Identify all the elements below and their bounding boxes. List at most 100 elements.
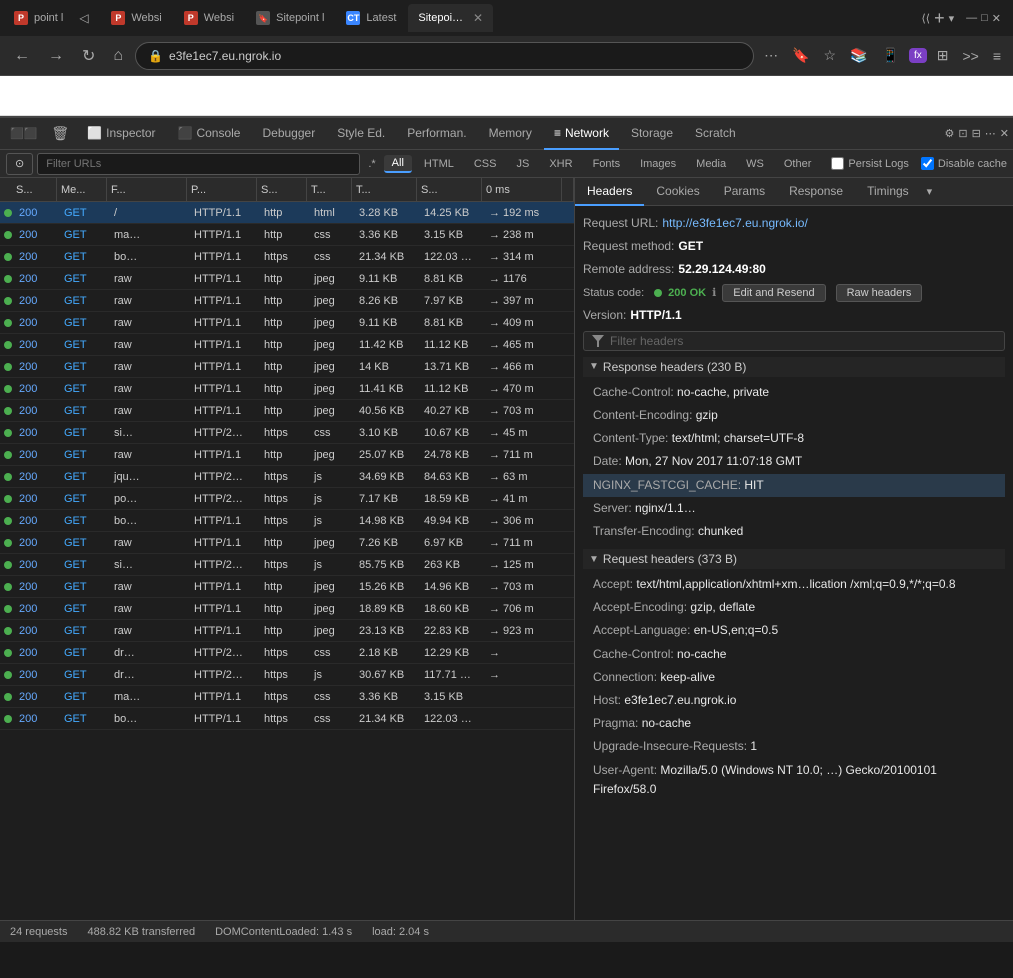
home-button[interactable]: ⌂ bbox=[107, 43, 129, 69]
disable-cache-checkbox[interactable] bbox=[921, 157, 934, 170]
col-size[interactable]: S... bbox=[417, 178, 482, 201]
new-tab-btn[interactable]: + bbox=[934, 8, 945, 29]
col-transferred[interactable]: T... bbox=[352, 178, 417, 201]
tab-6-close[interactable]: ✕ bbox=[473, 11, 483, 25]
devtools-close[interactable]: ✕ bbox=[1000, 127, 1009, 140]
col-type[interactable]: T... bbox=[307, 178, 352, 201]
bookmark-btn[interactable]: 🔖 bbox=[788, 43, 813, 68]
filter-html[interactable]: HTML bbox=[416, 156, 462, 172]
devtools-tab-memory[interactable]: Memory bbox=[479, 118, 542, 150]
filter-urls-input[interactable] bbox=[37, 153, 360, 175]
overflow-btn[interactable]: >> bbox=[958, 44, 982, 68]
col-file[interactable]: F... bbox=[107, 178, 187, 201]
devtools-clear[interactable]: 🗑 bbox=[45, 125, 75, 142]
table-row[interactable]: 200GETrawHTTP/1.1httpjpeg25.07 KB24.78 K… bbox=[0, 444, 574, 466]
details-tab-headers[interactable]: Headers bbox=[575, 178, 644, 206]
tab-4[interactable]: 🔖 Sitepoint l bbox=[246, 4, 334, 32]
fx-accounts-btn[interactable]: fx bbox=[909, 48, 927, 63]
table-row[interactable]: 200GETrawHTTP/1.1httpjpeg9.11 KB8.81 KB→… bbox=[0, 268, 574, 290]
table-row[interactable]: 200GETrawHTTP/1.1httpjpeg11.42 KB11.12 K… bbox=[0, 334, 574, 356]
apps-btn[interactable]: ⊞ bbox=[933, 43, 953, 68]
back-button[interactable]: ← bbox=[8, 43, 36, 69]
disable-cache-label[interactable]: Disable cache bbox=[921, 157, 1007, 170]
table-row[interactable]: 200GETrawHTTP/1.1httpjpeg11.41 KB11.12 K… bbox=[0, 378, 574, 400]
persist-logs-label[interactable]: Persist Logs bbox=[831, 157, 909, 170]
devtools-settings[interactable]: ⚙ bbox=[944, 127, 954, 140]
table-row[interactable]: 200GETrawHTTP/1.1httpjpeg18.89 KB18.60 K… bbox=[0, 598, 574, 620]
table-row[interactable]: 200GETbo…HTTP/1.1httpscss21.34 KB122.03 … bbox=[0, 708, 574, 730]
col-scheme[interactable]: S... bbox=[257, 178, 307, 201]
tab-1[interactable]: P point l bbox=[4, 4, 73, 32]
devtools-toggle[interactable]: ⬛⬛ bbox=[4, 127, 43, 140]
forward-button[interactable]: → bbox=[42, 43, 70, 69]
filter-css[interactable]: CSS bbox=[466, 156, 505, 172]
filter-ws[interactable]: WS bbox=[738, 156, 772, 172]
col-method[interactable]: Me... bbox=[57, 178, 107, 201]
table-row[interactable]: 200GETrawHTTP/1.1httpjpeg7.26 KB6.97 KB→… bbox=[0, 532, 574, 554]
tab-2[interactable]: P Websi bbox=[101, 4, 171, 32]
filter-media[interactable]: Media bbox=[688, 156, 734, 172]
tab-back[interactable]: ◁ bbox=[75, 4, 99, 32]
table-row[interactable]: 200GETrawHTTP/1.1httpjpeg14 KB13.71 KB→ … bbox=[0, 356, 574, 378]
filter-other[interactable]: Other bbox=[776, 156, 820, 172]
library-btn[interactable]: 📚 bbox=[846, 43, 871, 68]
raw-headers-button[interactable]: Raw headers bbox=[836, 284, 923, 302]
request-rows[interactable]: 200GET/HTTP/1.1httphtml3.28 KB14.25 KB→ … bbox=[0, 202, 574, 920]
table-row[interactable]: 200GETrawHTTP/1.1httpjpeg15.26 KB14.96 K… bbox=[0, 576, 574, 598]
table-row[interactable]: 200GETrawHTTP/1.1httpjpeg9.11 KB8.81 KB→… bbox=[0, 312, 574, 334]
filter-js[interactable]: JS bbox=[508, 156, 537, 172]
table-row[interactable]: 200GETjqu…HTTP/2…httpsjs34.69 KB84.63 KB… bbox=[0, 466, 574, 488]
table-row[interactable]: 200GETpo…HTTP/2…httpsjs7.17 KB18.59 KB→ … bbox=[0, 488, 574, 510]
filter-headers-bar[interactable]: Filter headers bbox=[583, 331, 1005, 351]
devtools-tab-styleeditor[interactable]: Style Ed. bbox=[327, 118, 395, 150]
table-row[interactable]: 200GETma…HTTP/1.1httpcss3.36 KB3.15 KB→ … bbox=[0, 224, 574, 246]
devtools-tab-inspector[interactable]: ⬜ Inspector bbox=[77, 118, 165, 150]
table-row[interactable]: 200GETsi…HTTP/2…httpscss3.10 KB10.67 KB→… bbox=[0, 422, 574, 444]
devtools-splitview[interactable]: ⊟ bbox=[972, 127, 981, 140]
response-headers-section[interactable]: ▼ Response headers (230 B) bbox=[583, 357, 1005, 377]
devtools-tab-console[interactable]: ⬛ Console bbox=[168, 118, 251, 150]
table-row[interactable]: 200GET/HTTP/1.1httphtml3.28 KB14.25 KB→ … bbox=[0, 202, 574, 224]
tab-5[interactable]: CT Latest bbox=[336, 4, 406, 32]
refresh-button[interactable]: ↻ bbox=[76, 42, 101, 70]
col-proto[interactable]: P... bbox=[187, 178, 257, 201]
details-tab-cookies[interactable]: Cookies bbox=[644, 178, 711, 206]
devtools-dock[interactable]: ⊡ bbox=[958, 127, 967, 140]
col-status[interactable]: S... bbox=[12, 178, 57, 201]
persist-logs-checkbox[interactable] bbox=[831, 157, 844, 170]
filter-images[interactable]: Images bbox=[632, 156, 684, 172]
devtools-tab-network[interactable]: ≡ Network bbox=[544, 118, 619, 150]
address-bar[interactable]: 🔒 e3fe1ec7.eu.ngrok.io bbox=[135, 42, 754, 70]
table-row[interactable]: 200GETma…HTTP/1.1httpscss3.36 KB3.15 KB bbox=[0, 686, 574, 708]
table-row[interactable]: 200GETrawHTTP/1.1httpjpeg8.26 KB7.97 KB→… bbox=[0, 290, 574, 312]
hamburger-btn[interactable]: ≡ bbox=[989, 44, 1005, 68]
filter-regex-btn[interactable]: .* bbox=[364, 158, 379, 170]
details-tabs-overflow[interactable]: ▾ bbox=[921, 185, 939, 198]
devtools-tab-scratch[interactable]: Scratch bbox=[685, 118, 746, 150]
synced-tabs-btn[interactable]: 📱 bbox=[878, 43, 903, 68]
request-headers-section[interactable]: ▼ Request headers (373 B) bbox=[583, 549, 1005, 569]
tab-3[interactable]: P Websi bbox=[174, 4, 244, 32]
close-window-btn[interactable]: ✕ bbox=[992, 12, 1001, 25]
table-row[interactable]: 200GETrawHTTP/1.1httpjpeg40.56 KB40.27 K… bbox=[0, 400, 574, 422]
table-row[interactable]: 200GETdr…HTTP/2…httpscss2.18 KB12.29 KB→ bbox=[0, 642, 574, 664]
maximize-btn[interactable]: □ bbox=[981, 12, 988, 24]
tab-list-btn[interactable]: ▾ bbox=[949, 12, 955, 25]
details-tab-timings[interactable]: Timings bbox=[855, 178, 921, 206]
col-time[interactable]: 0 ms bbox=[482, 178, 562, 201]
col-waterfall[interactable] bbox=[562, 178, 574, 201]
filter-xhr[interactable]: XHR bbox=[541, 156, 580, 172]
filter-all[interactable]: All bbox=[384, 155, 412, 173]
table-row[interactable]: 200GETbo…HTTP/1.1httpsjs14.98 KB49.94 KB… bbox=[0, 510, 574, 532]
status-info-icon[interactable]: ℹ bbox=[712, 286, 716, 299]
tab-6-active[interactable]: Sitepoi… ✕ bbox=[408, 4, 493, 32]
table-row[interactable]: 200GETbo…HTTP/1.1httpscss21.34 KB122.03 … bbox=[0, 246, 574, 268]
devtools-tab-performance[interactable]: Performan. bbox=[397, 118, 476, 150]
table-row[interactable]: 200GETdr…HTTP/2…httpsjs30.67 KB117.71 …→ bbox=[0, 664, 574, 686]
devtools-tab-storage[interactable]: Storage bbox=[621, 118, 683, 150]
filter-fonts[interactable]: Fonts bbox=[585, 156, 629, 172]
filter-urls-btn[interactable]: ⊙ bbox=[6, 153, 33, 175]
minimize-btn[interactable]: — bbox=[966, 12, 977, 24]
details-tab-params[interactable]: Params bbox=[712, 178, 777, 206]
scroll-tabs-left[interactable]: ⟨⟨ bbox=[921, 12, 930, 25]
